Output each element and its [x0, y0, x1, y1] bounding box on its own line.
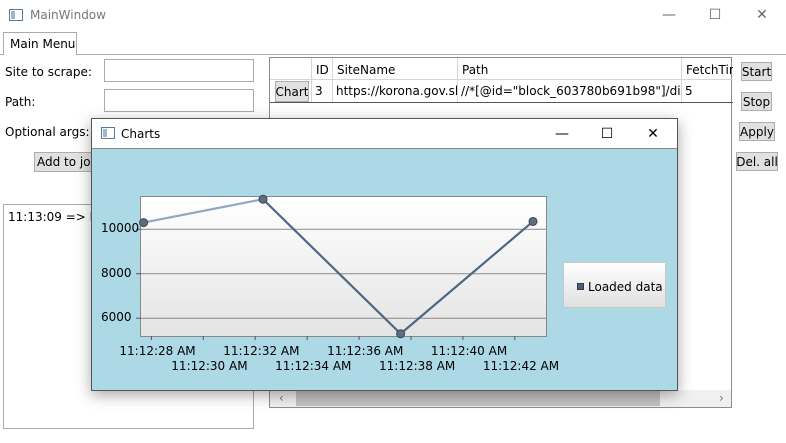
data-point[interactable] [258, 194, 268, 204]
x-tick-label: 11:12:30 AM [171, 359, 248, 373]
x-tick-label: 11:12:28 AM [119, 344, 196, 358]
x-tick-label: 11:12:40 AM [430, 344, 508, 358]
series-line-segment [399, 220, 534, 335]
data-point[interactable] [528, 216, 538, 226]
data-point[interactable] [396, 329, 406, 339]
legend-marker [577, 283, 584, 290]
x-tick-label: 11:12:32 AM [223, 344, 300, 358]
y-tick-label: 8000 [101, 265, 132, 280]
data-point[interactable] [139, 218, 149, 228]
x-tick-label: 11:12:34 AM [275, 359, 352, 373]
x-tick-label: 11:12:42 AM [482, 359, 560, 373]
y-tick-label: 10000 [101, 221, 140, 236]
x-tick-label: 11:12:38 AM [379, 359, 456, 373]
series-line-segment [143, 198, 264, 224]
y-tick-label: 6000 [101, 310, 132, 325]
legend-label: Loaded data [588, 280, 663, 294]
series-line-segment [262, 198, 402, 335]
x-tick-label: 11:12:36 AM [327, 344, 404, 358]
